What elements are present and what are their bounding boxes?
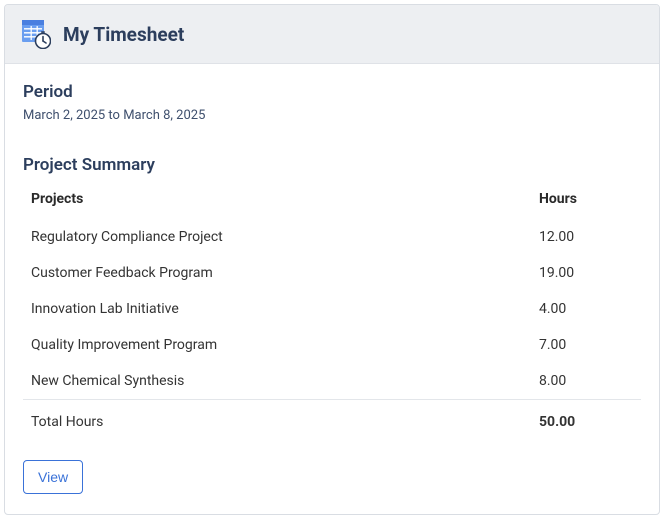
project-hours-cell: 7.00 (531, 327, 641, 363)
project-name-cell: Regulatory Compliance Project (23, 219, 531, 255)
table-total-row: Total Hours 50.00 (23, 400, 641, 445)
card-header: My Timesheet (5, 5, 659, 64)
card-body: Period March 2, 2025 to March 8, 2025 Pr… (5, 64, 659, 514)
project-summary-table: Projects Hours Regulatory Compliance Pro… (23, 181, 641, 444)
total-hours: 50.00 (531, 400, 641, 445)
column-header-hours: Hours (531, 181, 641, 219)
project-hours-cell: 19.00 (531, 255, 641, 291)
timesheet-card: My Timesheet Period March 2, 2025 to Mar… (4, 4, 660, 515)
column-header-projects: Projects (23, 181, 531, 219)
project-summary-title: Project Summary (23, 155, 641, 175)
total-label: Total Hours (23, 400, 531, 445)
period-value: March 2, 2025 to March 8, 2025 (23, 108, 641, 123)
timesheet-icon (21, 19, 51, 49)
view-button[interactable]: View (23, 460, 83, 494)
project-name-cell: Quality Improvement Program (23, 327, 531, 363)
project-name-cell: Innovation Lab Initiative (23, 291, 531, 327)
table-row: Customer Feedback Program 19.00 (23, 255, 641, 291)
table-row: New Chemical Synthesis 8.00 (23, 363, 641, 400)
table-row: Quality Improvement Program 7.00 (23, 327, 641, 363)
period-label: Period (23, 82, 641, 102)
project-hours-cell: 8.00 (531, 363, 641, 400)
project-hours-cell: 4.00 (531, 291, 641, 327)
project-name-cell: Customer Feedback Program (23, 255, 531, 291)
project-hours-cell: 12.00 (531, 219, 641, 255)
project-name-cell: New Chemical Synthesis (23, 363, 531, 400)
table-row: Innovation Lab Initiative 4.00 (23, 291, 641, 327)
page-title: My Timesheet (63, 23, 184, 46)
table-row: Regulatory Compliance Project 12.00 (23, 219, 641, 255)
